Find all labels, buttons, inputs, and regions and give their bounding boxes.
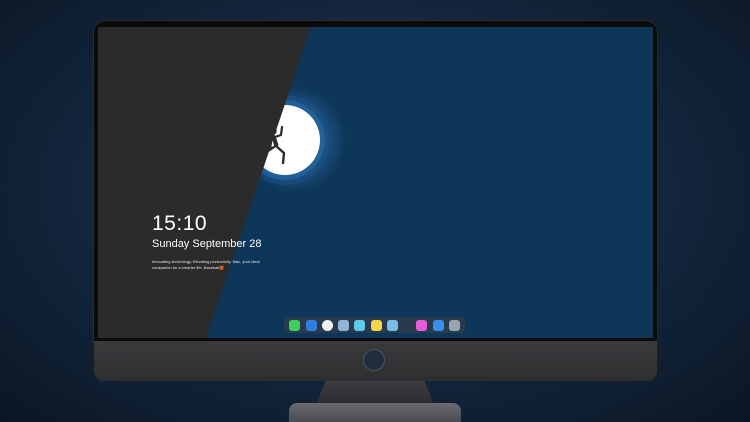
finder-icon[interactable]	[305, 319, 317, 331]
monitor-stand-neck	[316, 381, 434, 405]
app-store-icon[interactable]	[432, 319, 444, 331]
brand-logo-icon	[364, 350, 384, 370]
photos-icon[interactable]	[386, 319, 398, 331]
videos-icon[interactable]	[354, 319, 366, 331]
desktop-screen: 15:10 Sunday September 28 Innovating tec…	[98, 27, 653, 338]
climber-silhouette-icon	[259, 125, 286, 165]
messages-icon[interactable]	[289, 319, 301, 331]
system-icon[interactable]	[448, 319, 460, 331]
monitor-stand-base	[289, 403, 461, 422]
music-icon[interactable]	[416, 319, 428, 331]
cliff-silhouette	[98, 27, 311, 338]
dock	[284, 317, 465, 333]
clock-icon[interactable]	[321, 319, 333, 331]
notes-icon[interactable]	[370, 319, 382, 331]
lock-screen-tagline: Innovating technology, Elevating product…	[152, 259, 260, 270]
preview-icon[interactable]	[338, 319, 349, 331]
lock-screen-date: Sunday September 28	[152, 238, 262, 250]
lock-screen-time: 15:10	[152, 212, 208, 235]
